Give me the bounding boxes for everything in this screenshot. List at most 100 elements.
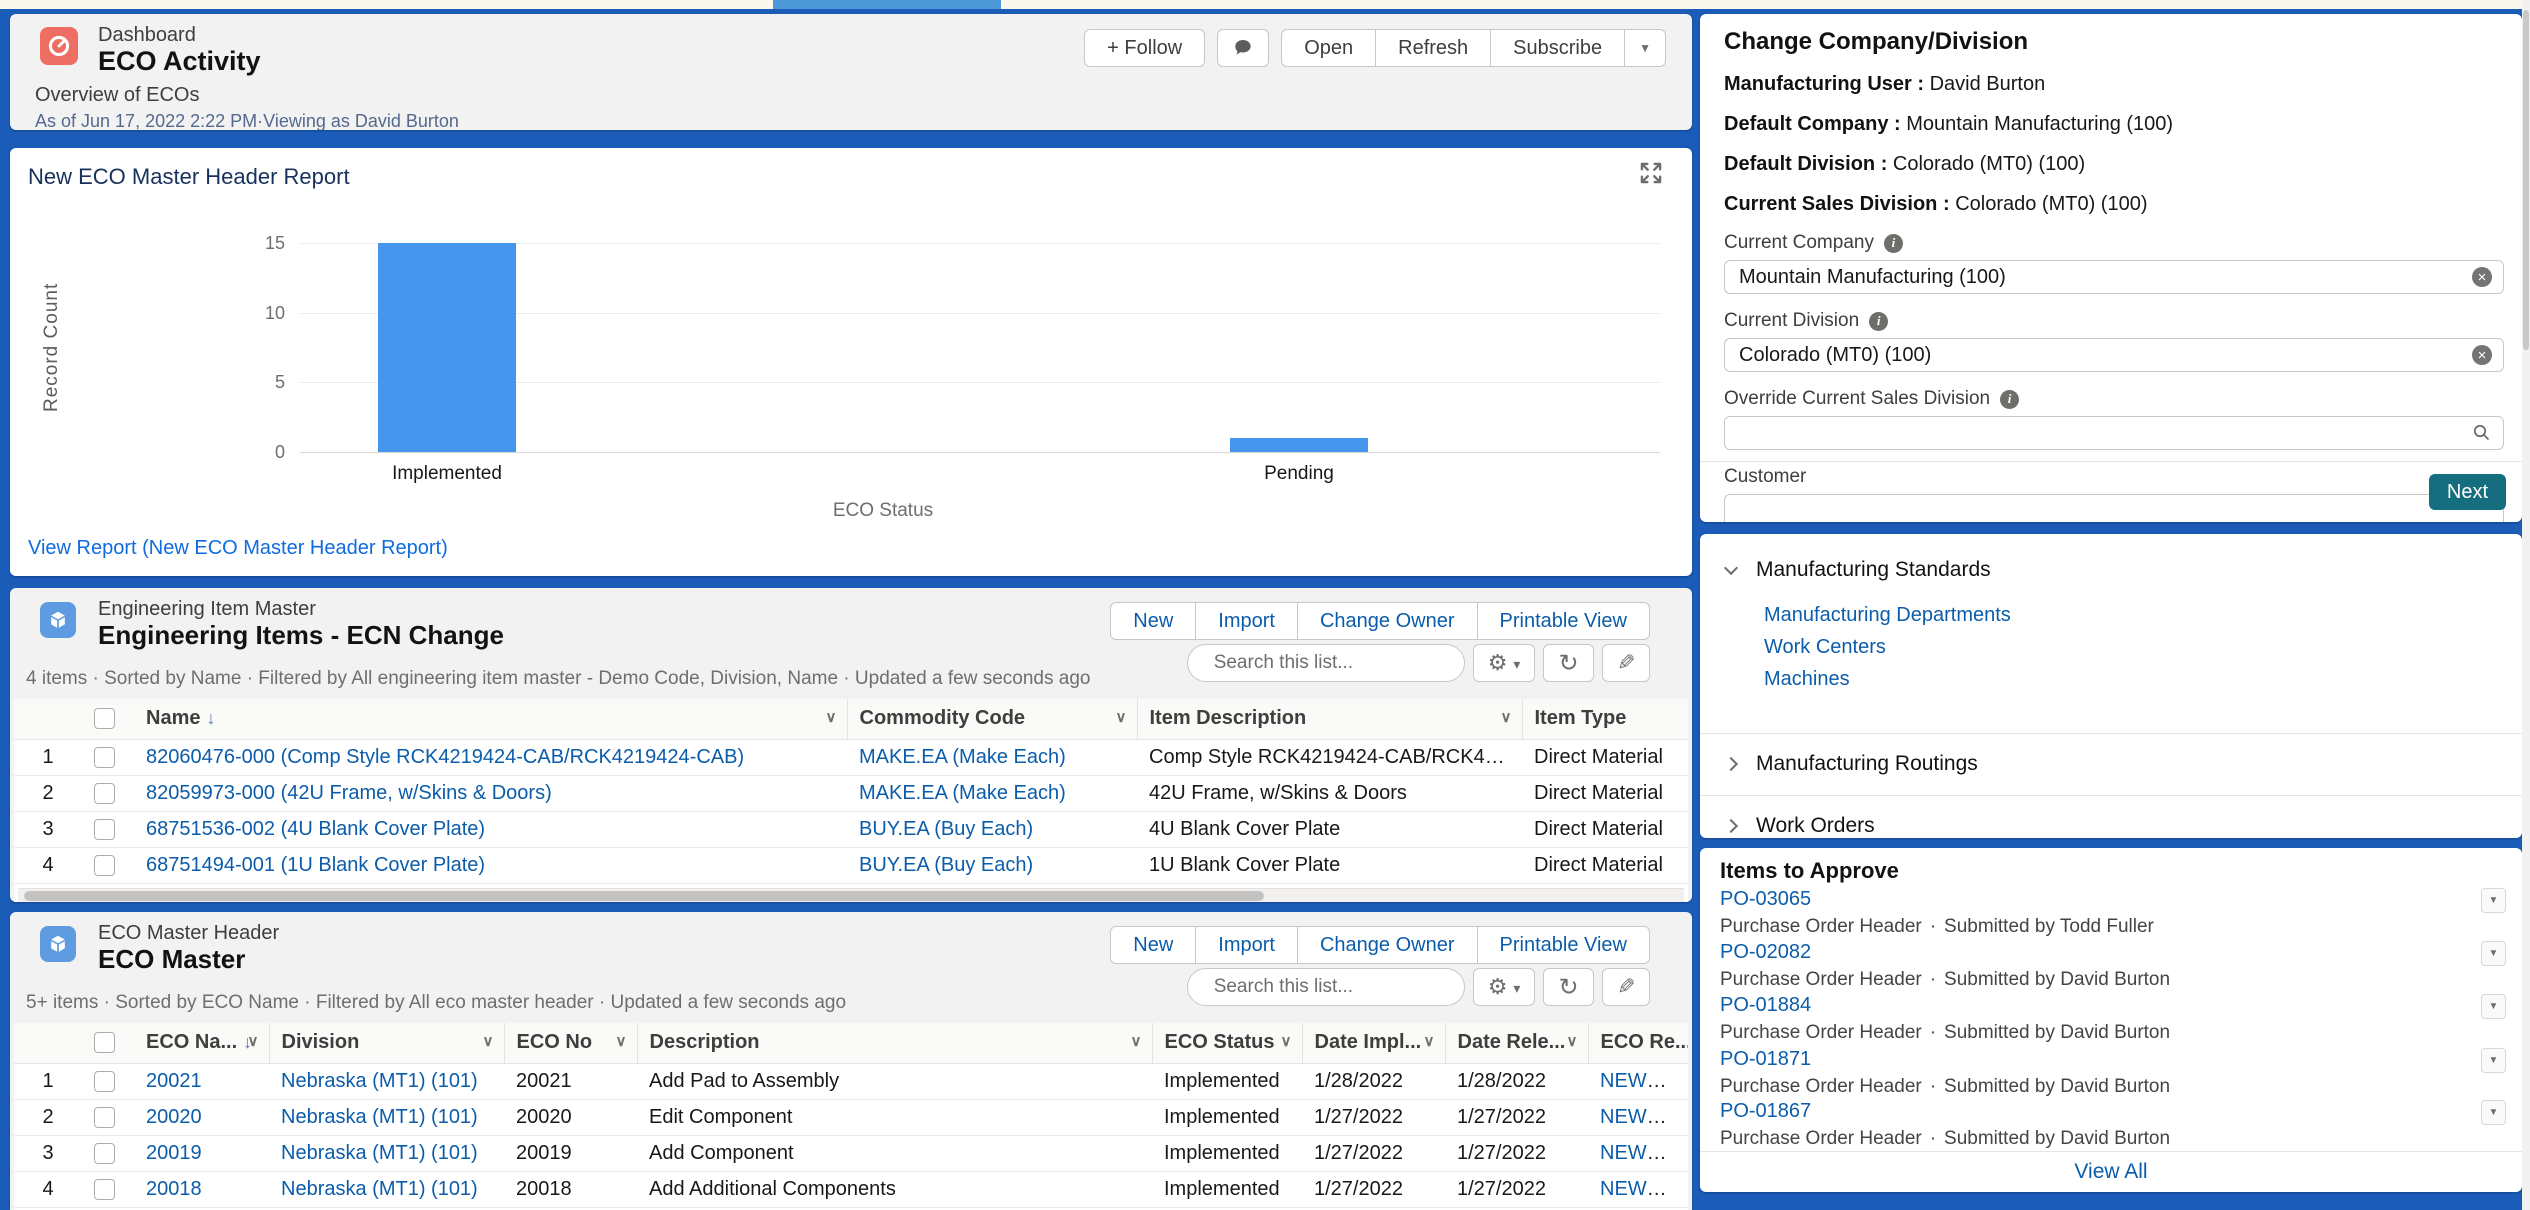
eco-revision-link[interactable]: NEWDEV [1600,1070,1688,1092]
column-menu-icon[interactable] [248,1032,259,1050]
column-header-item-type[interactable]: Item Type [1522,699,1688,739]
new-button[interactable]: New [1110,602,1196,640]
list-edit-button[interactable] [1602,968,1650,1006]
change-owner-button[interactable]: Change Owner [1298,602,1478,640]
info-icon[interactable] [1884,234,1903,253]
next-button[interactable]: Next [2429,474,2506,510]
column-header-description[interactable]: Description [637,1023,1152,1063]
customer-field[interactable] [1724,494,2504,522]
list-edit-button[interactable] [1602,644,1650,682]
row-actions-button[interactable] [2481,941,2506,966]
row-checkbox[interactable] [94,1107,115,1128]
row-checkbox[interactable] [94,819,115,840]
current-division-field[interactable] [1724,338,2504,372]
clear-icon[interactable] [2472,267,2492,287]
column-menu-icon[interactable] [1281,1032,1292,1050]
search-icon[interactable] [2472,423,2492,443]
eco-name-link[interactable]: 20019 [146,1142,202,1164]
column-menu-icon[interactable] [826,708,837,726]
column-header-commodity-code[interactable]: Commodity Code [847,699,1137,739]
division-link[interactable]: Nebraska (MT1) (101) [281,1106,478,1128]
commodity-code-link[interactable]: MAKE.EA (Make Each) [859,782,1066,804]
po-link[interactable]: PO-01871 [1720,1048,1811,1070]
column-menu-icon[interactable] [1501,708,1512,726]
column-header-eco-name[interactable]: ECO Na... [134,1023,269,1063]
column-header-eco-revision[interactable]: ECO Re... [1588,1023,1688,1063]
list-search[interactable] [1187,968,1465,1006]
row-checkbox[interactable] [94,855,115,876]
row-checkbox[interactable] [94,1071,115,1092]
row-actions-button[interactable] [2481,888,2506,913]
column-menu-icon[interactable] [1116,708,1127,726]
commodity-code-link[interactable]: BUY.EA (Buy Each) [859,818,1033,840]
row-checkbox[interactable] [94,783,115,804]
column-header-eco-status[interactable]: ECO Status [1152,1023,1302,1063]
clear-icon[interactable] [2472,345,2492,365]
division-link[interactable]: Nebraska (MT1) (101) [281,1178,478,1200]
row-checkbox[interactable] [94,1179,115,1200]
eco-name-link[interactable]: 20020 [146,1106,202,1128]
vertical-scrollbar-thumb[interactable] [2523,10,2529,350]
column-header-item-description[interactable]: Item Description [1137,699,1522,739]
row-checkbox[interactable] [94,1143,115,1164]
division-link[interactable]: Nebraska (MT1) (101) [281,1070,478,1092]
printable-view-button[interactable]: Printable View [1478,926,1650,964]
import-button[interactable]: Import [1196,926,1298,964]
section-manufacturing-routings[interactable]: Manufacturing Routings [1700,752,2522,776]
info-icon[interactable] [1869,312,1888,331]
link-manufacturing-departments[interactable]: Manufacturing Departments [1764,604,2522,627]
vertical-scrollbar[interactable] [2522,0,2530,1210]
eco-revision-link[interactable]: NEWDEV [1600,1178,1688,1200]
eco-name-link[interactable]: 20018 [146,1178,202,1200]
po-link[interactable]: PO-01884 [1720,994,1811,1016]
subscribe-button[interactable]: Subscribe [1491,29,1625,67]
follow-button[interactable]: + Follow [1084,29,1205,67]
item-name-link[interactable]: 82059973-000 (42U Frame, w/Skins & Doors… [146,782,552,804]
row-actions-button[interactable] [2481,994,2506,1019]
item-name-link[interactable]: 68751494-001 (1U Blank Cover Plate) [146,854,485,876]
more-actions-button[interactable] [1625,29,1666,67]
po-link[interactable]: PO-01867 [1720,1100,1811,1122]
column-menu-icon[interactable] [1424,1032,1435,1050]
item-name-link[interactable]: 68751536-002 (4U Blank Cover Plate) [146,818,485,840]
link-machines[interactable]: Machines [1764,668,2522,691]
bar-pending[interactable] [1230,438,1368,452]
horizontal-scrollbar[interactable] [18,888,1684,902]
row-checkbox[interactable] [94,747,115,768]
feed-button[interactable] [1217,29,1269,67]
po-link[interactable]: PO-03065 [1720,888,1811,910]
view-report-link[interactable]: View Report (New ECO Master Header Repor… [28,537,448,560]
link-work-centers[interactable]: Work Centers [1764,636,2522,659]
change-owner-button[interactable]: Change Owner [1298,926,1478,964]
list-settings-button[interactable] [1473,968,1536,1006]
row-actions-button[interactable] [2481,1100,2506,1125]
division-link[interactable]: Nebraska (MT1) (101) [281,1142,478,1164]
column-menu-icon[interactable] [483,1032,494,1050]
list-search[interactable] [1187,644,1465,682]
row-actions-button[interactable] [2481,1048,2506,1073]
column-menu-icon[interactable] [1131,1032,1142,1050]
eco-name-link[interactable]: 20021 [146,1070,202,1092]
commodity-code-link[interactable]: MAKE.EA (Make Each) [859,746,1066,768]
column-header-date-released[interactable]: Date Rele... [1445,1023,1588,1063]
current-company-field[interactable] [1724,260,2504,294]
eco-revision-link[interactable]: NEWDEV [1600,1106,1688,1128]
search-input[interactable] [1214,976,1459,998]
item-name-link[interactable]: 82060476-000 (Comp Style RCK4219424-CAB/… [146,746,744,768]
section-work-orders[interactable]: Work Orders [1700,814,2522,838]
eco-revision-link[interactable]: NEWDEV [1600,1142,1688,1164]
column-menu-icon[interactable] [616,1032,627,1050]
refresh-button[interactable]: Refresh [1376,29,1491,67]
select-all-checkbox[interactable] [94,1032,115,1053]
view-all-link[interactable]: View All [1700,1160,2522,1184]
commodity-code-link[interactable]: BUY.EA (Buy Each) [859,854,1033,876]
search-input[interactable] [1214,652,1459,674]
new-button[interactable]: New [1110,926,1196,964]
override-sales-division-field[interactable] [1724,416,2504,450]
list-settings-button[interactable] [1473,644,1536,682]
column-header-name[interactable]: Name [134,699,847,739]
list-refresh-button[interactable] [1543,968,1593,1006]
printable-view-button[interactable]: Printable View [1478,602,1650,640]
expand-icon[interactable] [1638,160,1666,188]
select-all-checkbox[interactable] [94,708,115,729]
